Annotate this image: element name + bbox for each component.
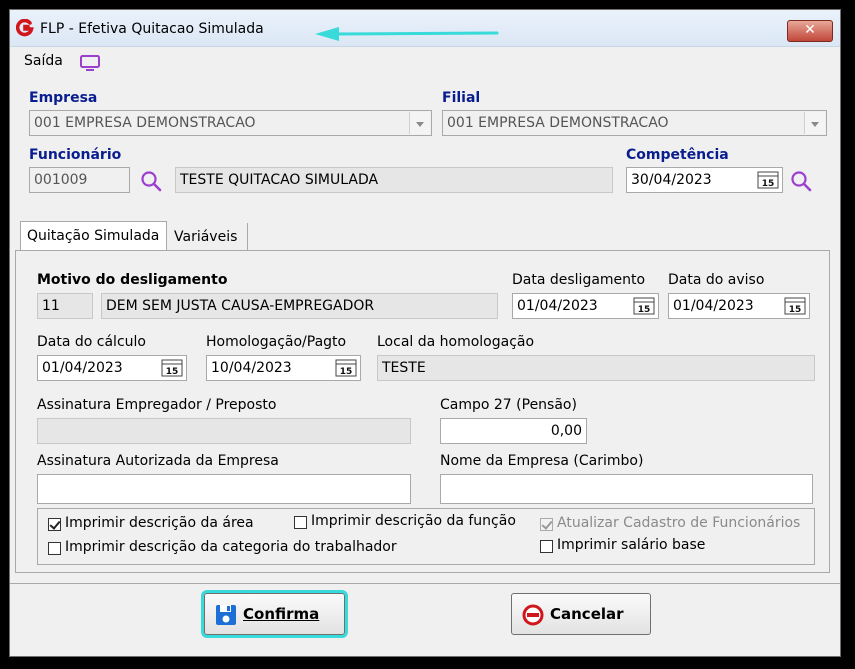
monitor-icon[interactable]	[80, 55, 100, 71]
checkbox-label[interactable]: Imprimir descrição da categoria do traba…	[65, 539, 397, 555]
assinatura-empregador-field[interactable]	[37, 418, 411, 444]
homologacao-label: Homologação/Pagto	[206, 334, 347, 350]
competencia-value: 30/04/2023	[631, 172, 712, 188]
motivo-code-field[interactable]: 11	[37, 293, 93, 319]
funcionario-code-input[interactable]: 001009	[29, 167, 130, 193]
data-desligamento-value: 01/04/2023	[517, 298, 598, 314]
checkbox-descricao-funcao[interactable]	[294, 516, 307, 529]
menu-saida[interactable]: Saída	[24, 53, 63, 69]
filial-label: Filial	[442, 90, 481, 106]
checkbox-label[interactable]: Imprimir descrição da área	[65, 515, 254, 531]
motivo-label: Motivo do desligamento	[37, 272, 228, 288]
local-homologacao-label: Local da homologação	[377, 334, 535, 350]
checkbox-descricao-categoria[interactable]	[48, 542, 61, 555]
quitacao-panel: Motivo do desligamento 11 DEM SEM JUSTA …	[15, 250, 830, 573]
empresa-label: Empresa	[29, 90, 98, 106]
data-calculo-label: Data do cálculo	[37, 334, 146, 350]
checkbox-atualizar-cadastro	[540, 518, 553, 531]
floppy-disk-icon	[216, 605, 236, 625]
campo27-input[interactable]: 0,00	[440, 418, 587, 444]
filial-value: 001 EMPRESA DEMONSTRACAO	[447, 115, 669, 131]
data-aviso-label: Data do aviso	[668, 272, 765, 288]
no-entry-icon	[522, 604, 544, 626]
chevron-down-icon[interactable]	[409, 112, 430, 134]
checkbox-salario-base[interactable]	[540, 540, 553, 553]
assinatura-autorizada-label: Assinatura Autorizada da Empresa	[37, 453, 279, 469]
options-group: Imprimir descrição da área Imprimir desc…	[37, 508, 815, 565]
confirma-button[interactable]: Confirma	[204, 593, 345, 635]
data-desligamento-input[interactable]: 01/04/2023 15	[512, 293, 659, 319]
checkbox-label[interactable]: Imprimir salário base	[557, 537, 705, 553]
window-title: FLP - Efetiva Quitacao Simulada	[40, 21, 264, 37]
competencia-input[interactable]: 30/04/2023 15	[626, 167, 783, 193]
data-aviso-value: 01/04/2023	[673, 298, 754, 314]
data-calculo-value: 01/04/2023	[42, 360, 123, 376]
tab-label: Variáveis	[174, 229, 238, 245]
data-desligamento-label: Data desligamento	[512, 272, 646, 288]
calendar-icon[interactable]: 15	[161, 359, 183, 377]
calendar-icon[interactable]: 15	[757, 171, 779, 189]
nome-empresa-input[interactable]	[440, 474, 813, 504]
tab-quitacao-simulada[interactable]: Quitação Simulada	[20, 221, 167, 252]
svg-text:15: 15	[762, 179, 775, 189]
assinatura-empregador-label: Assinatura Empregador / Preposto	[37, 397, 277, 413]
svg-text:15: 15	[789, 305, 802, 315]
svg-text:15: 15	[340, 367, 353, 377]
competencia-search-icon[interactable]	[789, 169, 813, 193]
calendar-icon[interactable]: 15	[633, 297, 655, 315]
svg-text:15: 15	[638, 305, 651, 315]
button-bar: Confirma Cancelar	[10, 583, 840, 657]
svg-text:15: 15	[166, 367, 179, 377]
title-bar[interactable]: FLP - Efetiva Quitacao Simulada ✕	[10, 10, 840, 47]
local-homologacao-field[interactable]: TESTE	[377, 355, 815, 381]
filial-select[interactable]: 001 EMPRESA DEMONSTRACAO	[442, 110, 827, 136]
menu-saida-label: Saída	[24, 53, 63, 69]
chevron-down-icon[interactable]	[804, 112, 825, 134]
homologacao-value: 10/04/2023	[211, 360, 292, 376]
calendar-icon[interactable]: 15	[784, 297, 806, 315]
cancelar-label: Cancelar	[550, 605, 624, 623]
empresa-select[interactable]: 001 EMPRESA DEMONSTRACAO	[29, 110, 432, 136]
empresa-value: 001 EMPRESA DEMONSTRACAO	[34, 115, 256, 131]
checkbox-descricao-area[interactable]	[48, 518, 61, 531]
tab-label: Quitação Simulada	[27, 228, 160, 244]
main-window: FLP - Efetiva Quitacao Simulada ✕ Saída …	[10, 10, 840, 656]
assinatura-autorizada-input[interactable]	[37, 474, 411, 504]
campo27-label: Campo 27 (Pensão)	[440, 397, 577, 413]
funcionario-label: Funcionário	[29, 147, 122, 163]
motivo-description-field: DEM SEM JUSTA CAUSA-EMPREGADOR	[101, 293, 498, 319]
nome-empresa-label: Nome da Empresa (Carimbo)	[440, 453, 644, 469]
tab-variaveis[interactable]: Variáveis	[168, 223, 248, 251]
funcionario-name-field: TESTE QUITACAO SIMULADA	[175, 167, 613, 193]
funcionario-search-icon[interactable]	[139, 169, 163, 193]
homologacao-input[interactable]: 10/04/2023 15	[206, 355, 361, 381]
cancelar-button[interactable]: Cancelar	[511, 593, 651, 635]
data-calculo-input[interactable]: 01/04/2023 15	[37, 355, 187, 381]
annotation-arrow-icon	[315, 27, 499, 41]
checkbox-label[interactable]: Imprimir descrição da função	[311, 513, 516, 529]
checkbox-label: Atualizar Cadastro de Funcionários	[557, 515, 801, 531]
calendar-icon[interactable]: 15	[335, 359, 357, 377]
data-aviso-input[interactable]: 01/04/2023 15	[668, 293, 810, 319]
close-button[interactable]: ✕	[787, 20, 833, 42]
app-logo-icon	[16, 19, 34, 37]
competencia-label: Competência	[626, 147, 729, 163]
confirma-label: Confirma	[243, 605, 320, 623]
